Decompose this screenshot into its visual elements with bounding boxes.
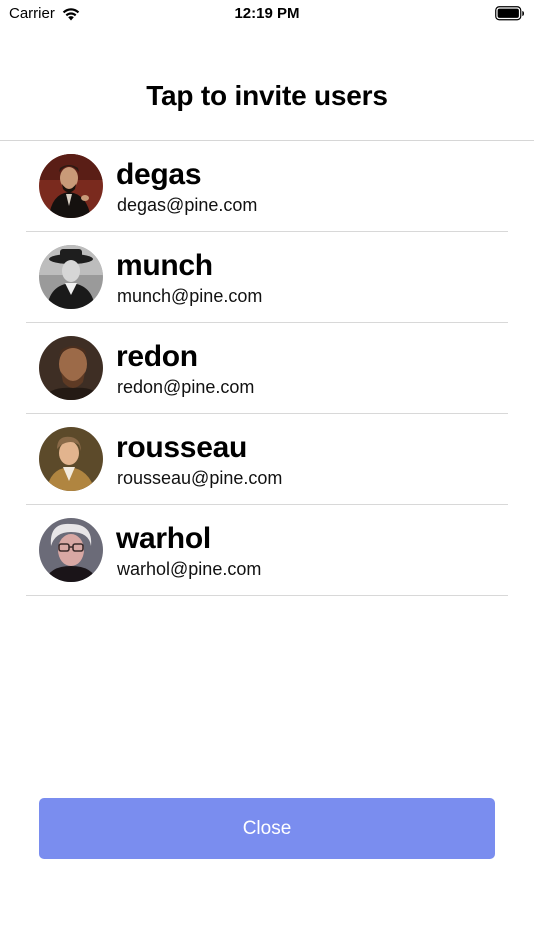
page-title: Tap to invite users	[146, 80, 388, 111]
status-time: 12:19 PM	[234, 5, 300, 22]
user-row-warhol[interactable]: warhol warhol@pine.com	[26, 505, 508, 596]
user-list: degas degas@pine.com munch munch@pine.co…	[26, 141, 508, 596]
user-email: degas@pine.com	[117, 195, 258, 215]
user-row-degas[interactable]: degas degas@pine.com	[26, 141, 508, 232]
degas-avatar	[39, 154, 103, 218]
redon-avatar	[39, 336, 103, 400]
user-row-munch[interactable]: munch munch@pine.com	[26, 232, 508, 323]
rousseau-avatar	[39, 427, 103, 491]
user-row-rousseau[interactable]: rousseau rousseau@pine.com	[26, 414, 508, 505]
user-name: warhol	[116, 522, 211, 555]
user-row-redon[interactable]: redon redon@pine.com	[26, 323, 508, 414]
user-name: munch	[116, 249, 213, 282]
user-email: redon@pine.com	[117, 377, 255, 397]
user-email: munch@pine.com	[117, 286, 263, 306]
user-email: rousseau@pine.com	[117, 468, 283, 488]
battery-icon	[495, 6, 525, 21]
status-bar: Carrier 12:19 PM	[0, 0, 534, 28]
munch-avatar	[39, 245, 103, 309]
user-name: rousseau	[116, 431, 247, 464]
user-name: redon	[116, 340, 198, 373]
user-name: degas	[116, 158, 202, 191]
user-email: warhol@pine.com	[117, 559, 262, 579]
close-button[interactable]: Close	[39, 798, 495, 859]
warhol-avatar	[39, 518, 103, 582]
